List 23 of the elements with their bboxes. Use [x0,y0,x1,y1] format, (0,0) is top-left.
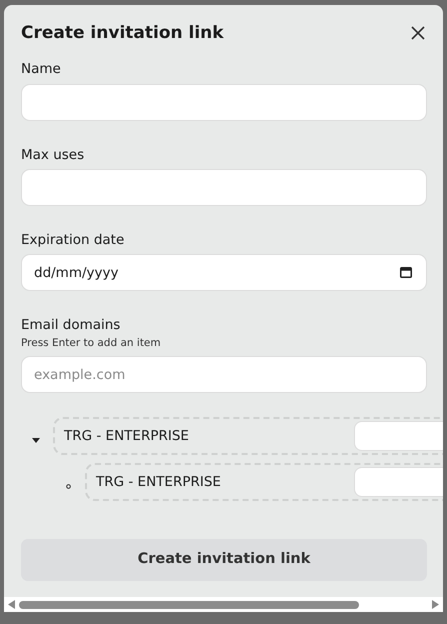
close-button[interactable] [409,24,427,42]
item-label: TRG - ENTERPRISE [64,427,189,446]
field-label: Name [21,60,62,80]
scroll-right-icon[interactable] [432,600,439,609]
calendar-icon[interactable] [400,266,412,278]
bullet-icon [66,484,70,489]
input-field[interactable] [21,84,427,121]
close-icon [411,26,425,40]
dialog-title: Create invitation link [21,23,224,44]
field-label: Max uses [21,146,86,165]
date-field[interactable]: dd/mm/yyyy [21,254,427,292]
hint-text: Press Enter to add an item [21,336,162,352]
input-field[interactable] [354,467,443,498]
field-label: Email domains [21,316,122,336]
submit-button[interactable]: Create invitation link [21,539,427,582]
scroll-left-icon[interactable] [8,600,15,609]
item-label: TRG - ENTERPRISE [96,473,221,492]
input-field[interactable]: example.com [21,356,427,394]
input-field[interactable] [21,168,427,206]
caret-down-icon[interactable] [32,438,40,443]
field-label: Expiration date [21,230,126,250]
input-field[interactable] [354,421,443,452]
horizontal-scrollbar[interactable] [4,597,443,612]
